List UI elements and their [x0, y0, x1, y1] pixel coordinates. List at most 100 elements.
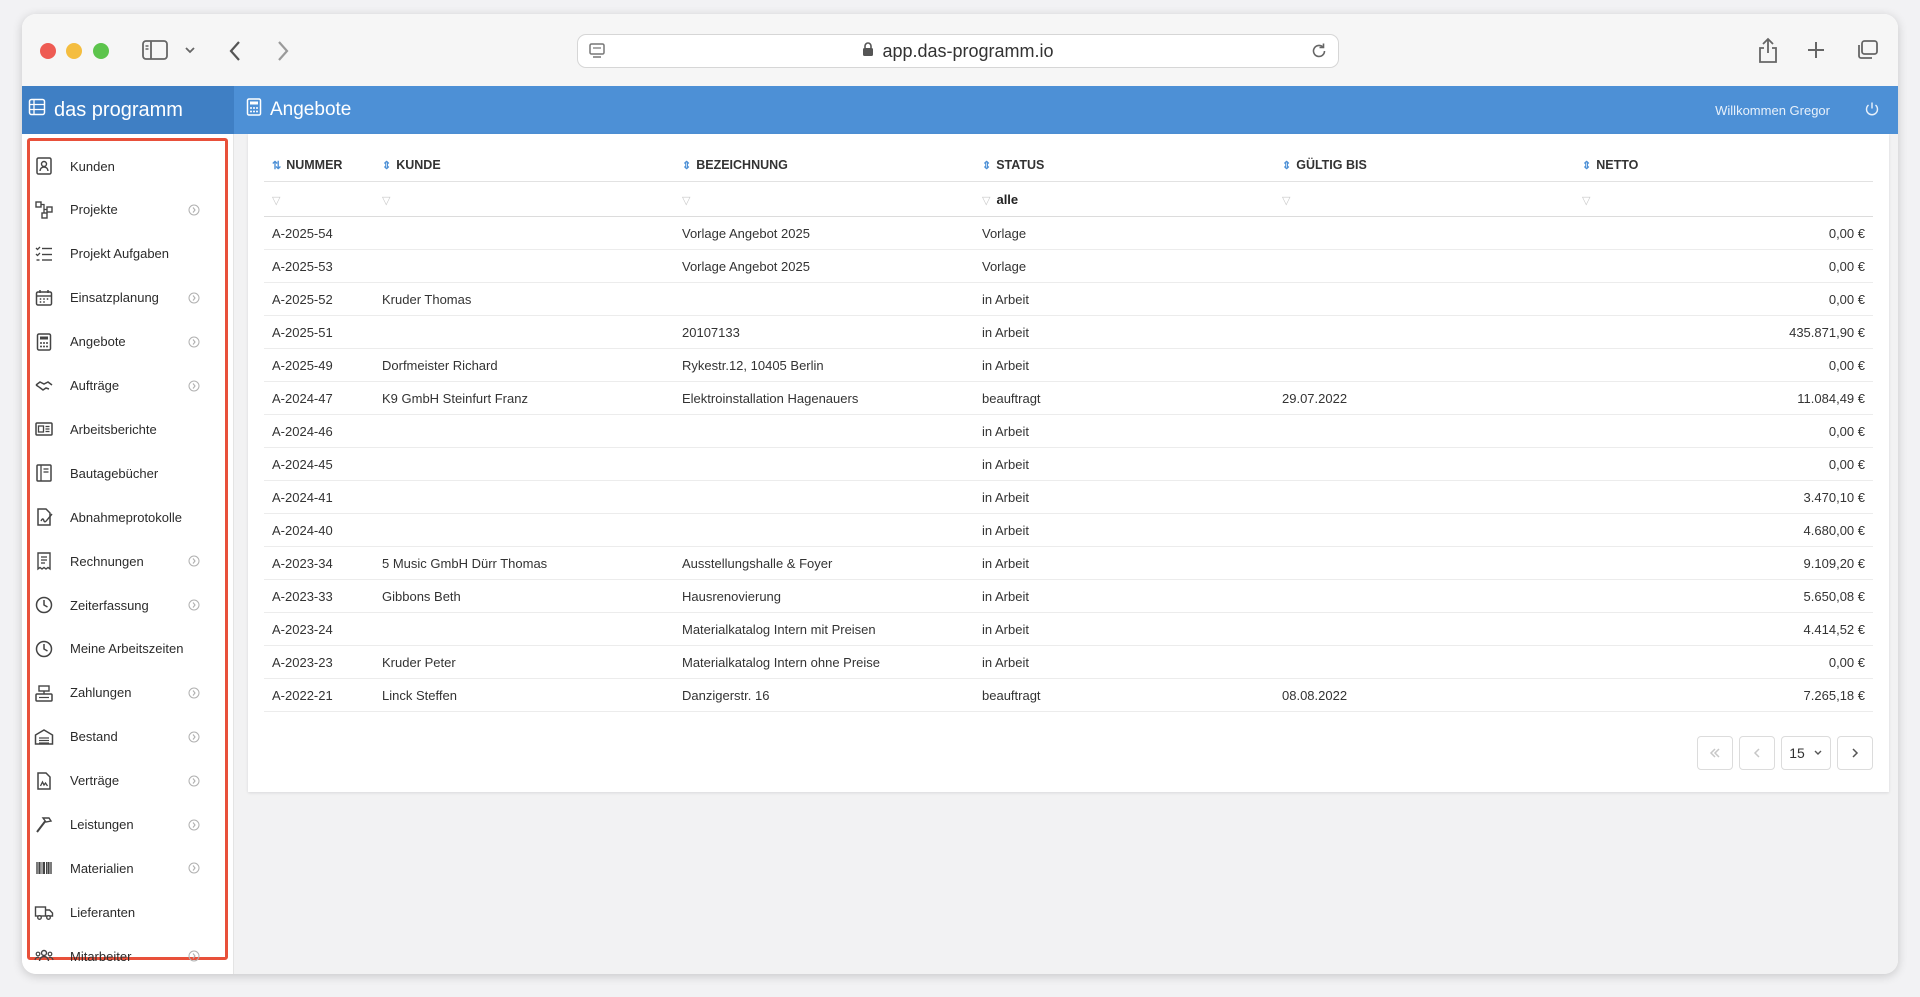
- column-header-status[interactable]: ⇕ STATUS: [974, 148, 1274, 182]
- calendar-icon: [34, 288, 54, 308]
- chevron-right-circle-icon[interactable]: [188, 336, 200, 351]
- column-header-bezeichnung[interactable]: ⇕ BEZEICHNUNG: [674, 148, 974, 182]
- table-cell: 0,00 €: [1574, 414, 1873, 448]
- share-icon[interactable]: [1757, 36, 1779, 64]
- table-row[interactable]: A-2025-52 Kruder Thomas in Arbeit 0,00 €: [264, 282, 1873, 316]
- filter-nummer[interactable]: ▽: [264, 181, 374, 217]
- table-row[interactable]: A-2023-24 Materialkatalog Intern mit Prei…: [264, 612, 1873, 646]
- chevron-right-circle-icon[interactable]: [188, 731, 200, 746]
- minimize-window-button[interactable]: [66, 43, 82, 59]
- app-brand[interactable]: das programm: [22, 86, 234, 134]
- address-bar[interactable]: app.das-programm.io: [577, 34, 1339, 68]
- table-row[interactable]: A-2025-49 Dorfmeister Richard Rykestr.12, …: [264, 348, 1873, 382]
- chevron-right-circle-icon[interactable]: [188, 775, 200, 790]
- forward-icon[interactable]: [276, 40, 290, 62]
- table-row[interactable]: A-2023-34 5 Music GmbH Dürr Thomas Ausstel…: [264, 546, 1873, 580]
- chevron-right-circle-icon[interactable]: [188, 819, 200, 834]
- chevron-right-circle-icon[interactable]: [188, 204, 200, 219]
- column-header-gueltig-bis[interactable]: ⇕ GÜLTIG BIS: [1274, 148, 1574, 182]
- sidebar-item-angebote[interactable]: Angebote: [30, 324, 220, 360]
- sidebar-item-mitarbeiter[interactable]: Mitarbeiter: [30, 938, 220, 974]
- sidebar-item-materialien[interactable]: Materialien: [30, 850, 220, 886]
- sidebar: Kunden Projekte Projekt Aufgaben Einsatzpla…: [22, 134, 234, 974]
- sidebar-item-label: Arbeitsberichte: [70, 421, 157, 437]
- table-cell: A-2023-34: [264, 546, 374, 580]
- power-icon[interactable]: [1864, 101, 1880, 122]
- sidebar-item-abnahmeprotokolle[interactable]: Abnahmeprotokolle: [30, 499, 220, 535]
- sidebar-item-bestand[interactable]: Bestand: [30, 719, 220, 755]
- table-cell: A-2024-46: [264, 414, 374, 448]
- chevron-right-circle-icon[interactable]: [188, 599, 200, 614]
- table-row[interactable]: A-2023-23 Kruder Peter Materialkatalog Int…: [264, 645, 1873, 679]
- previous-page-button[interactable]: [1739, 736, 1775, 770]
- sidebar-item-zahlungen[interactable]: Zahlungen: [30, 675, 220, 711]
- table-row[interactable]: A-2024-46 in Arbeit 0,00 €: [264, 414, 1873, 448]
- sidebar-item-label: Mitarbeiter: [70, 948, 132, 964]
- sidebar-item-label: Kunden: [70, 158, 115, 174]
- chevron-right-circle-icon[interactable]: [188, 292, 200, 307]
- filter-netto[interactable]: ▽: [1574, 181, 1873, 217]
- table-cell: 0,00 €: [1574, 216, 1873, 250]
- zoom-window-button[interactable]: [93, 43, 109, 59]
- first-page-button[interactable]: [1697, 736, 1733, 770]
- table-cell: A-2023-24: [264, 612, 374, 646]
- sidebar-item-kunden[interactable]: Kunden: [30, 148, 220, 184]
- column-header-nummer[interactable]: ⇅ NUMMER: [264, 148, 374, 182]
- table-row[interactable]: A-2022-21 Linck Steffen Danzigerstr. 16 bea…: [264, 678, 1873, 712]
- sidebar-item-arbeitsberichte[interactable]: Arbeitsberichte: [30, 411, 220, 447]
- table-row[interactable]: A-2024-40 in Arbeit 4.680,00 €: [264, 513, 1873, 547]
- filter-status[interactable]: ▽ alle: [974, 181, 1274, 217]
- table-cell: [1274, 645, 1574, 679]
- sidebar-item-vertraege[interactable]: Verträge: [30, 763, 220, 799]
- column-header-netto[interactable]: ⇕ NETTO: [1574, 148, 1873, 182]
- sidebar-toggle-icon[interactable]: [142, 39, 168, 61]
- chevron-right-circle-icon[interactable]: [188, 862, 200, 877]
- filter-bezeichnung[interactable]: ▽: [674, 181, 974, 217]
- chevron-down-icon[interactable]: [184, 45, 196, 55]
- chevron-right-circle-icon[interactable]: [188, 555, 200, 570]
- back-icon[interactable]: [228, 40, 242, 62]
- lock-icon: [862, 41, 874, 62]
- table-row[interactable]: A-2024-41 in Arbeit 3.470,10 €: [264, 480, 1873, 514]
- table-cell: Vorlage: [974, 249, 1274, 283]
- table-cell: in Arbeit: [974, 315, 1274, 349]
- sidebar-item-label: Leistungen: [70, 817, 134, 832]
- chevron-right-circle-icon[interactable]: [188, 687, 200, 702]
- sort-icon: ⇕: [1582, 159, 1592, 172]
- sidebar-item-projekt-aufgaben[interactable]: Projekt Aufgaben: [30, 236, 220, 272]
- sidebar-item-leistungen[interactable]: Leistungen: [30, 807, 220, 843]
- reload-icon[interactable]: [1310, 42, 1328, 65]
- table-row[interactable]: A-2023-33 Gibbons Beth Hausrenovierung in A…: [264, 579, 1873, 613]
- sidebar-item-bautagebuecher[interactable]: Bautagebücher: [30, 455, 220, 491]
- filter-gueltig-bis[interactable]: ▽: [1274, 181, 1574, 217]
- page-size-select[interactable]: 15: [1781, 736, 1831, 770]
- table-cell: 7.265,18 €: [1574, 678, 1873, 712]
- chevron-right-circle-icon[interactable]: [188, 950, 200, 965]
- next-page-button[interactable]: [1837, 736, 1873, 770]
- column-header-kunde[interactable]: ⇕ KUNDE: [374, 148, 674, 182]
- table-row[interactable]: A-2025-53 Vorlage Angebot 2025 Vorlage 0,00…: [264, 249, 1873, 283]
- table-cell: 0,00 €: [1574, 249, 1873, 283]
- sidebar-item-einsatzplanung[interactable]: Einsatzplanung: [30, 280, 220, 316]
- clock-icon: [34, 639, 54, 659]
- close-window-button[interactable]: [40, 43, 56, 59]
- chevron-right-circle-icon[interactable]: [188, 380, 200, 395]
- url-display[interactable]: app.das-programm.io: [578, 35, 1338, 67]
- table-cell: Dorfmeister Richard: [374, 348, 674, 382]
- signed-document-icon: [34, 507, 54, 527]
- table-row[interactable]: A-2025-54 Vorlage Angebot 2025 Vorlage 0,00…: [264, 216, 1873, 250]
- sidebar-item-auftraege[interactable]: Aufträge: [30, 368, 220, 404]
- sidebar-item-zeiterfassung[interactable]: Zeiterfassung: [30, 587, 220, 623]
- sidebar-item-projekte[interactable]: Projekte: [30, 192, 220, 228]
- calculator-icon: [246, 98, 262, 122]
- sidebar-item-meine-arbeitszeiten[interactable]: Meine Arbeitszeiten: [30, 631, 220, 667]
- sidebar-item-lieferanten[interactable]: Lieferanten: [30, 894, 220, 930]
- tab-overview-icon[interactable]: [1855, 39, 1879, 61]
- table-row[interactable]: A-2024-45 in Arbeit 0,00 €: [264, 447, 1873, 481]
- filter-kunde[interactable]: ▽: [374, 181, 674, 217]
- new-tab-icon[interactable]: [1806, 40, 1826, 60]
- table-row[interactable]: A-2025-51 20107133 in Arbeit 435.871,90 €: [264, 315, 1873, 349]
- table-cell: [374, 216, 674, 250]
- table-row[interactable]: A-2024-47 K9 GmbH Steinfurt Franz Elektroi…: [264, 381, 1873, 415]
- sidebar-item-rechnungen[interactable]: Rechnungen: [30, 543, 220, 579]
